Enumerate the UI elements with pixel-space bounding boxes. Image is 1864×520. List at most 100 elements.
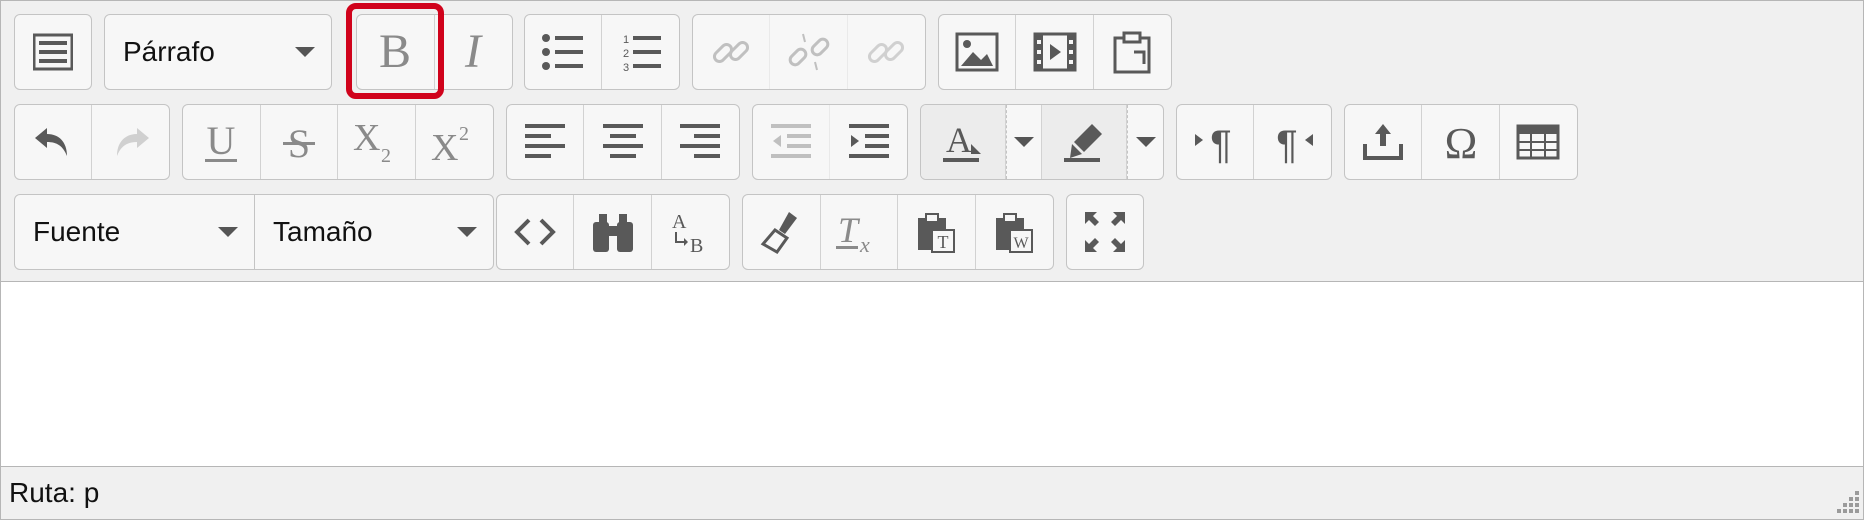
redo-button[interactable] [92,105,169,179]
clear-formatting-button[interactable]: T x [821,195,898,269]
rtl-paragraph-icon: ¶ [1276,123,1313,164]
align-left-button[interactable] [507,105,585,179]
find-button[interactable] [574,195,652,269]
font-family-label: Fuente [33,216,121,247]
svg-text:3: 3 [623,62,629,72]
element-path: Ruta: p [9,477,100,508]
link-icon [713,40,750,64]
chevron-down-icon [1014,137,1035,147]
unlink-icon [788,33,829,71]
superscript-icon: X 2 [431,123,469,164]
unlink-button[interactable] [770,15,848,89]
bulleted-list-button[interactable] [525,15,602,89]
svg-text:¶: ¶ [1210,123,1231,164]
ltr-button[interactable]: ¶ [1177,105,1254,179]
align-right-icon [680,124,721,158]
html-source-button[interactable] [497,195,575,269]
insert-image-button[interactable] [939,15,1017,89]
strikethrough-icon: S [282,121,315,164]
insert-table-button[interactable] [1500,105,1577,179]
bold-button[interactable]: B [357,15,435,89]
text-color-dropdown[interactable] [1006,105,1042,179]
paste-text-icon: T [918,213,956,253]
fullscreen-button[interactable] [1067,195,1143,269]
chevron-down-icon [295,47,315,57]
editor-toolbar: Párrafo B I 1 2 3 U S X 2 X 2 A ¶ ¶ Ω Fu… [1,1,1863,282]
font-group: Fuente Tamaño [14,194,494,270]
subscript-button[interactable]: X 2 [338,105,416,179]
svg-text:2: 2 [459,123,469,145]
paragraph-format-select[interactable]: Párrafo [105,15,331,89]
insert-link-button[interactable] [693,15,771,89]
fullscreen-icon [1085,212,1125,252]
svg-text:1: 1 [623,34,629,46]
font-size-select[interactable]: Tamaño [254,195,493,269]
direction-group: ¶ ¶ [1176,104,1332,180]
anchor-button[interactable] [848,15,925,89]
svg-text:T: T [938,232,949,252]
underline-button[interactable]: U [183,105,261,179]
table-icon [1516,124,1560,160]
script-style-group: U S X 2 X 2 [182,104,494,180]
text-color-icon: A [943,120,982,162]
highlighter-icon [1064,124,1103,162]
font-size-label: Tamaño [273,216,373,247]
clear-paste-group: T x T W [742,194,1054,270]
outdent-icon [771,124,811,158]
svg-text:x: x [859,232,870,254]
code-icon [514,218,557,246]
subscript-icon: X 2 [353,120,391,164]
svg-text:U: U [207,120,236,163]
background-color-button[interactable] [1042,105,1128,179]
paragraph-format-group: Párrafo [104,14,332,90]
toolbar-toggle-button[interactable] [15,15,91,89]
editor-content-area[interactable] [1,282,1863,466]
undo-button[interactable] [15,105,92,179]
svg-text:2: 2 [381,145,391,164]
omega-icon: Ω [1444,120,1477,164]
paste-word-button[interactable]: W [976,195,1054,269]
insert-special-character-button[interactable]: Ω [1422,105,1500,179]
text-style-group: B I [356,14,513,90]
video-icon [1033,32,1077,72]
font-family-select[interactable]: Fuente [15,195,254,269]
manage-files-button[interactable] [1094,15,1171,89]
clean-html-button[interactable] [743,195,821,269]
undo-icon [35,128,67,156]
toolbar-toggle-icon [33,33,73,71]
svg-text:2: 2 [623,48,629,60]
upload-icon [1363,124,1404,160]
superscript-button[interactable]: X 2 [416,105,494,179]
rich-text-editor: Párrafo B I 1 2 3 U S X 2 X 2 A ¶ ¶ Ω Fu… [0,0,1864,520]
media-group [938,14,1172,90]
strikethrough-button[interactable]: S [261,105,338,179]
svg-text:W: W [1014,235,1030,252]
indent-button[interactable] [830,105,907,179]
svg-text:A: A [946,120,972,160]
insert-media-button[interactable] [1016,15,1094,89]
clear-format-icon: T x [835,210,870,254]
image-icon [955,32,999,72]
alignment-group [506,104,740,180]
replace-button[interactable]: A B [652,195,729,269]
insert-group: Ω [1344,104,1578,180]
svg-text:¶: ¶ [1276,123,1297,164]
svg-text:X: X [431,127,458,164]
align-center-icon [602,124,643,158]
background-color-dropdown[interactable] [1127,105,1163,179]
insert-horizontal-rule-button[interactable] [1345,105,1423,179]
resize-handle-icon[interactable] [1831,487,1861,517]
align-center-button[interactable] [584,105,662,179]
outdent-button[interactable] [753,105,830,179]
numbered-list-button[interactable]: 1 2 3 [602,15,679,89]
text-color-button[interactable]: A [921,105,1007,179]
color-group: A [920,104,1164,180]
svg-text:B: B [379,27,411,77]
align-right-button[interactable] [662,105,739,179]
chevron-down-icon [457,227,477,237]
rtl-button[interactable]: ¶ [1254,105,1331,179]
italic-button[interactable]: I [435,15,513,89]
numbered-list-icon: 1 2 3 [623,34,661,72]
bold-icon: B [379,27,411,77]
paste-text-button[interactable]: T [898,195,976,269]
